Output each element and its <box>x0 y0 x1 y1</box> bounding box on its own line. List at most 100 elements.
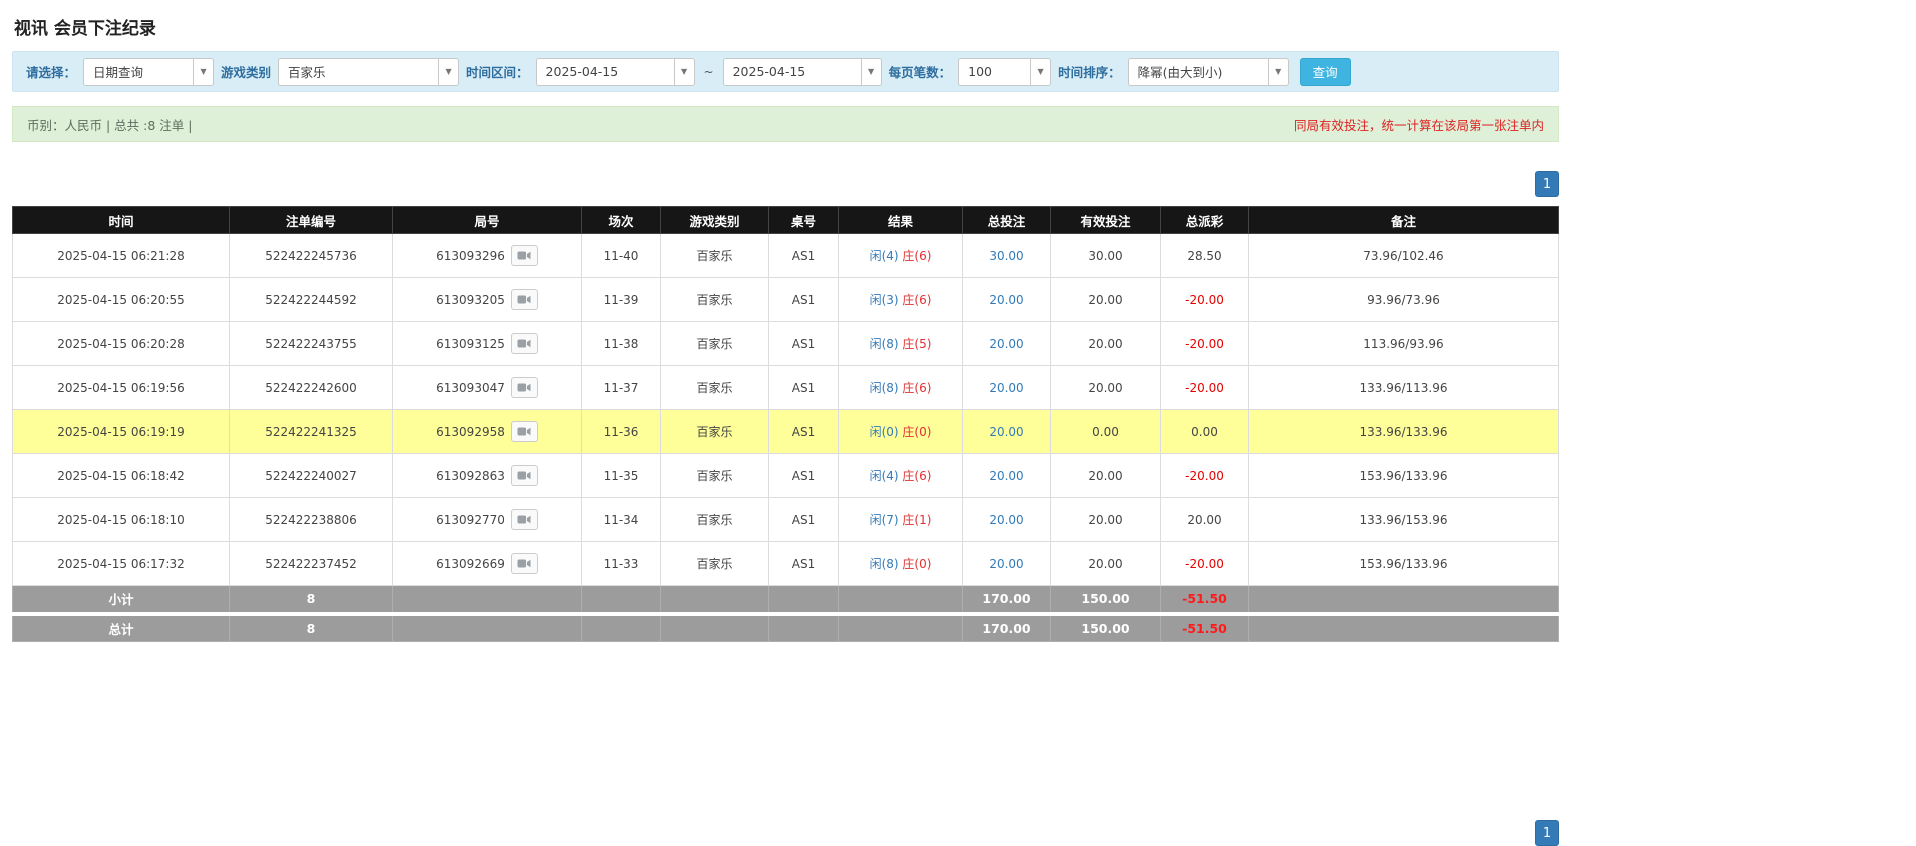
cell-time: 2025-04-15 06:20:55 <box>13 278 230 322</box>
cell-round-id: 613093205 <box>393 278 582 322</box>
page-size-label: 每页笔数： <box>889 62 952 81</box>
query-type-select[interactable]: 日期查询 ▼ <box>83 58 214 86</box>
grand-total-label: 总计 <box>13 614 230 642</box>
video-replay-button[interactable] <box>511 465 538 486</box>
subtotal-empty-cell <box>1249 586 1559 614</box>
result-player: 闲(0) <box>870 425 899 439</box>
cell-bet-id: 522422241325 <box>230 410 393 454</box>
records-body: 2025-04-15 06:21:28 522422245736 6130932… <box>13 234 1559 586</box>
video-camera-icon <box>517 338 531 349</box>
video-replay-button[interactable] <box>511 245 538 266</box>
chevron-down-icon[interactable]: ▼ <box>861 58 882 86</box>
cell-game: 百家乐 <box>661 322 769 366</box>
page-1-button[interactable]: 1 <box>1535 171 1559 197</box>
search-button[interactable]: 查询 <box>1300 58 1351 86</box>
chevron-down-icon[interactable]: ▼ <box>438 58 459 86</box>
col-header-round-id: 局号 <box>393 207 582 234</box>
col-header-remark: 备注 <box>1249 207 1559 234</box>
video-replay-button[interactable] <box>511 421 538 442</box>
date-to-select[interactable]: 2025-04-15 ▼ <box>723 58 882 86</box>
result-player: 闲(3) <box>870 293 899 307</box>
cell-payout: -20.00 <box>1161 322 1249 366</box>
video-camera-icon <box>517 250 531 261</box>
subtotal-payout: -51.50 <box>1161 586 1249 614</box>
result-banker: 庄(1) <box>902 513 931 527</box>
total-bet-link[interactable]: 20.00 <box>989 557 1023 571</box>
cell-remark: 93.96/73.96 <box>1249 278 1559 322</box>
subtotal-valid-bet: 150.00 <box>1051 586 1161 614</box>
chevron-down-icon[interactable]: ▼ <box>674 58 695 86</box>
cell-valid-bet: 0.00 <box>1051 410 1161 454</box>
total-bet-link[interactable]: 30.00 <box>989 249 1023 263</box>
cell-round-id: 613092958 <box>393 410 582 454</box>
cell-payout: 28.50 <box>1161 234 1249 278</box>
round-id-text: 613092958 <box>436 425 505 439</box>
cell-table-no: AS1 <box>769 366 839 410</box>
sort-select[interactable]: 降幂(由大到小) ▼ <box>1128 58 1289 86</box>
cell-table-no: AS1 <box>769 454 839 498</box>
page-size-value: 100 <box>958 58 1030 86</box>
subtotal-empty-cell <box>769 586 839 614</box>
date-from-select[interactable]: 2025-04-15 ▼ <box>536 58 695 86</box>
table-row: 2025-04-15 06:20:28 522422243755 6130931… <box>13 322 1559 366</box>
chevron-down-icon[interactable]: ▼ <box>1268 58 1289 86</box>
chevron-down-icon[interactable]: ▼ <box>1030 58 1051 86</box>
col-header-result: 结果 <box>839 207 963 234</box>
total-bet-link[interactable]: 20.00 <box>989 337 1023 351</box>
cell-valid-bet: 20.00 <box>1051 454 1161 498</box>
grand-total-payout: -51.50 <box>1161 614 1249 642</box>
page-size-select[interactable]: 100 ▼ <box>958 58 1051 86</box>
cell-valid-bet: 20.00 <box>1051 366 1161 410</box>
cell-session: 11-37 <box>582 366 661 410</box>
video-replay-button[interactable] <box>511 333 538 354</box>
video-camera-icon <box>517 558 531 569</box>
cell-table-no: AS1 <box>769 322 839 366</box>
col-header-game: 游戏类别 <box>661 207 769 234</box>
result-banker: 庄(0) <box>902 557 931 571</box>
video-replay-button[interactable] <box>511 553 538 574</box>
col-header-time: 时间 <box>13 207 230 234</box>
cell-payout: 20.00 <box>1161 498 1249 542</box>
cell-result: 闲(8) 庄(0) <box>839 542 963 586</box>
cell-round-id: 613093047 <box>393 366 582 410</box>
cell-bet-id: 522422237452 <box>230 542 393 586</box>
subtotal-row: 小计 8 170.00 150.00 -51.50 <box>13 586 1559 614</box>
result-banker: 庄(5) <box>902 337 931 351</box>
cell-game: 百家乐 <box>661 410 769 454</box>
query-type-value: 日期查询 <box>83 58 193 86</box>
total-bet-link[interactable]: 20.00 <box>989 381 1023 395</box>
table-row: 2025-04-15 06:20:55 522422244592 6130932… <box>13 278 1559 322</box>
cell-result: 闲(7) 庄(1) <box>839 498 963 542</box>
cell-round-id: 613092669 <box>393 542 582 586</box>
cell-session: 11-40 <box>582 234 661 278</box>
game-type-select[interactable]: 百家乐 ▼ <box>278 58 459 86</box>
cell-result: 闲(4) 庄(6) <box>839 234 963 278</box>
subtotal-empty-cell <box>839 586 963 614</box>
page-1-button[interactable]: 1 <box>1535 820 1559 846</box>
date-to-value: 2025-04-15 <box>723 58 861 86</box>
video-replay-button[interactable] <box>511 289 538 310</box>
col-header-payout: 总派彩 <box>1161 207 1249 234</box>
chevron-down-icon[interactable]: ▼ <box>193 58 214 86</box>
table-row: 2025-04-15 06:21:28 522422245736 6130932… <box>13 234 1559 278</box>
total-bet-link[interactable]: 20.00 <box>989 293 1023 307</box>
cell-result: 闲(4) 庄(6) <box>839 454 963 498</box>
cell-round-id: 613092863 <box>393 454 582 498</box>
subtotal-label: 小计 <box>13 586 230 614</box>
cell-result: 闲(8) 庄(6) <box>839 366 963 410</box>
date-range-separator: ~ <box>702 65 716 79</box>
total-bet-link[interactable]: 20.00 <box>989 513 1023 527</box>
cell-payout: -20.00 <box>1161 542 1249 586</box>
filter-bar: 请选择： 日期查询 ▼ 游戏类别 百家乐 ▼ 时间区间： 2025-04-15 … <box>12 51 1559 92</box>
video-replay-button[interactable] <box>511 377 538 398</box>
cell-round-id: 613092770 <box>393 498 582 542</box>
total-bet-link[interactable]: 20.00 <box>989 425 1023 439</box>
col-header-total-bet: 总投注 <box>963 207 1051 234</box>
cell-valid-bet: 20.00 <box>1051 498 1161 542</box>
video-replay-button[interactable] <box>511 509 538 530</box>
cell-total-bet: 20.00 <box>963 454 1051 498</box>
cell-bet-id: 522422238806 <box>230 498 393 542</box>
total-bet-link[interactable]: 20.00 <box>989 469 1023 483</box>
grand-total-valid-bet: 150.00 <box>1051 614 1161 642</box>
date-from-value: 2025-04-15 <box>536 58 674 86</box>
